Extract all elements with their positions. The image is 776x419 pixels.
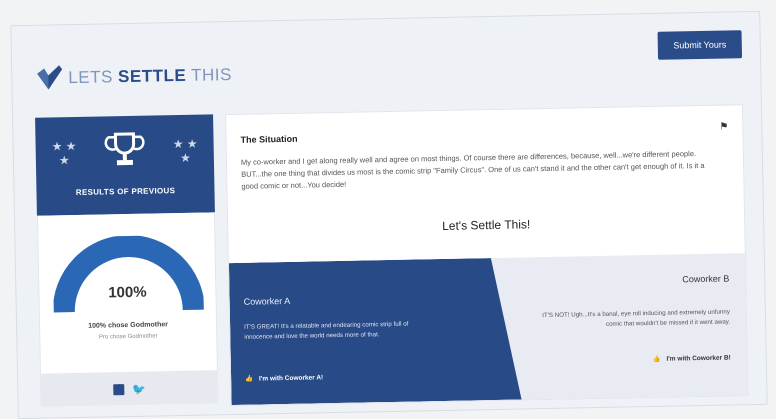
coworker-b-desc: IT'S NOT! Ugh...It's a banal, eye roll i… [542,308,731,328]
stars-right-icon: ★ ★ ★ [172,136,198,165]
social-bar: f 🐦 [40,371,219,407]
logo-word-1: LETS [68,67,114,88]
situation-panel: The Situation ⚑ My co-worker and I get a… [225,104,749,407]
coworker-a-name: Coworker A [243,295,291,307]
logo-text: LETS SETTLE THIS [68,65,232,88]
twitter-icon[interactable]: 🐦 [132,382,146,395]
stars-left-icon: ★ ★ ★ [51,138,77,168]
vote-coworker-b-button[interactable]: 👍 I'm with Coworker B! [652,353,730,363]
logo-word-3: THIS [190,64,233,85]
flag-icon[interactable]: ⚑ [719,121,728,132]
page: LETS SETTLE THIS Submit Yours ★ ★ ★ ★ ★ ★ … [0,0,776,419]
vote-coworker-a-label: I'm with Coworker A! [258,374,324,383]
vote-section: Coworker A IT'S GREAT! It's a relatable … [228,253,748,406]
results-sidebar: ★ ★ ★ ★ ★ ★ RESULTS OF PREVIOUS 100% 100% [35,114,219,407]
app-card: LETS SETTLE THIS Submit Yours ★ ★ ★ ★ ★ ★ … [10,10,768,419]
vote-coworker-b-label: I'm with Coworker B! [666,354,731,363]
thumbs-up-icon: 👍 [245,375,254,383]
vote-coworker-a-button[interactable]: 👍 I'm with Coworker A! [245,373,323,382]
check-shield-icon [37,65,63,90]
submit-yours-button[interactable]: Submit Yours [657,30,743,60]
trophy-icon [104,132,145,166]
settle-heading: Let's Settle This! [442,217,531,233]
situation-text: My co-worker and I get along really well… [240,149,705,191]
logo[interactable]: LETS SETTLE THIS [34,60,232,94]
results-title: RESULTS OF PREVIOUS [75,186,176,198]
coworker-a-panel: Coworker A IT'S GREAT! It's a relatable … [229,258,522,406]
gauge-chart [52,235,204,313]
thumbs-up-icon: 👍 [652,355,661,363]
gauge-fill [52,235,204,313]
choice-line: 100% chose Godmother [88,321,169,330]
situation-title: The Situation [240,133,298,145]
logo-word-2: SETTLE [117,65,187,87]
results-header: ★ ★ ★ ★ ★ ★ RESULTS OF PREVIOUS [35,114,215,216]
gauge-percent: 100% [108,283,147,302]
results-gauge: 100% 100% chose Godmother Pro chose Godm… [36,212,218,375]
coworker-b-name: Coworker B [682,273,730,285]
coworker-a-desc: IT'S GREAT! It's a relatable and endeari… [244,320,409,341]
facebook-icon[interactable]: f [112,383,125,395]
choice-subline: Pro chose Godmother [98,333,158,341]
